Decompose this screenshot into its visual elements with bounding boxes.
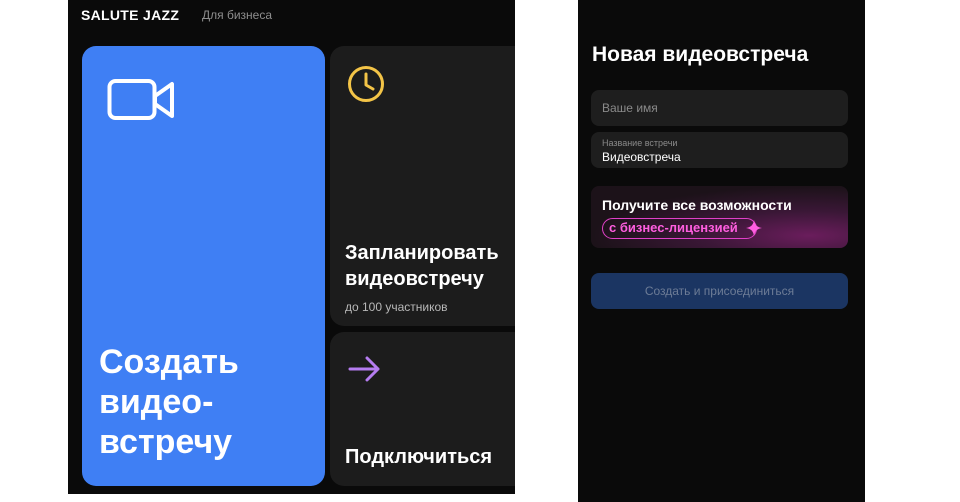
schedule-meeting-title: Запланировать видеовстречу bbox=[345, 242, 499, 290]
home-panel: SALUTE JAZZ Для бизнеса Создать видео-вс… bbox=[68, 0, 515, 494]
promo-title: Получите все возможности bbox=[602, 197, 792, 213]
promo-badge-text: с бизнес-лицензией bbox=[609, 220, 738, 235]
meeting-name-label: Название встречи bbox=[602, 138, 678, 148]
name-placeholder: Ваше имя bbox=[602, 101, 658, 115]
business-license-badge: с бизнес-лицензией bbox=[602, 218, 762, 239]
video-camera-icon bbox=[107, 76, 177, 129]
schedule-meeting-card[interactable]: Запланировать видеовстречу bbox=[330, 46, 515, 326]
join-meeting-card[interactable]: Подключиться bbox=[330, 332, 515, 486]
clock-icon bbox=[347, 65, 385, 108]
business-license-banner[interactable]: Получите все возможности с бизнес-лиценз… bbox=[591, 186, 848, 248]
name-input[interactable]: Ваше имя bbox=[591, 90, 848, 126]
create-meeting-card[interactable]: Создать видео-встречу bbox=[82, 46, 325, 486]
sparkle-icon bbox=[745, 220, 762, 241]
schedule-meeting-subtitle: до 100 участников bbox=[345, 300, 448, 314]
form-title: Новая видеовстреча bbox=[592, 43, 809, 66]
new-meeting-form: Новая видеовстреча Ваше имя Название вст… bbox=[578, 0, 865, 502]
brand-subtitle[interactable]: Для бизнеса bbox=[202, 8, 272, 22]
create-and-join-button[interactable]: Создать и присоединиться bbox=[591, 273, 848, 309]
join-meeting-title: Подключиться bbox=[345, 446, 493, 468]
meeting-name-input[interactable]: Название встречи Видеовстреча bbox=[591, 132, 848, 168]
brand-logo: SALUTE JAZZ bbox=[81, 7, 180, 23]
create-meeting-title: Создать видео-встречу bbox=[99, 343, 239, 461]
meeting-name-value: Видеовстреча bbox=[602, 150, 681, 164]
arrow-right-icon bbox=[347, 355, 383, 388]
